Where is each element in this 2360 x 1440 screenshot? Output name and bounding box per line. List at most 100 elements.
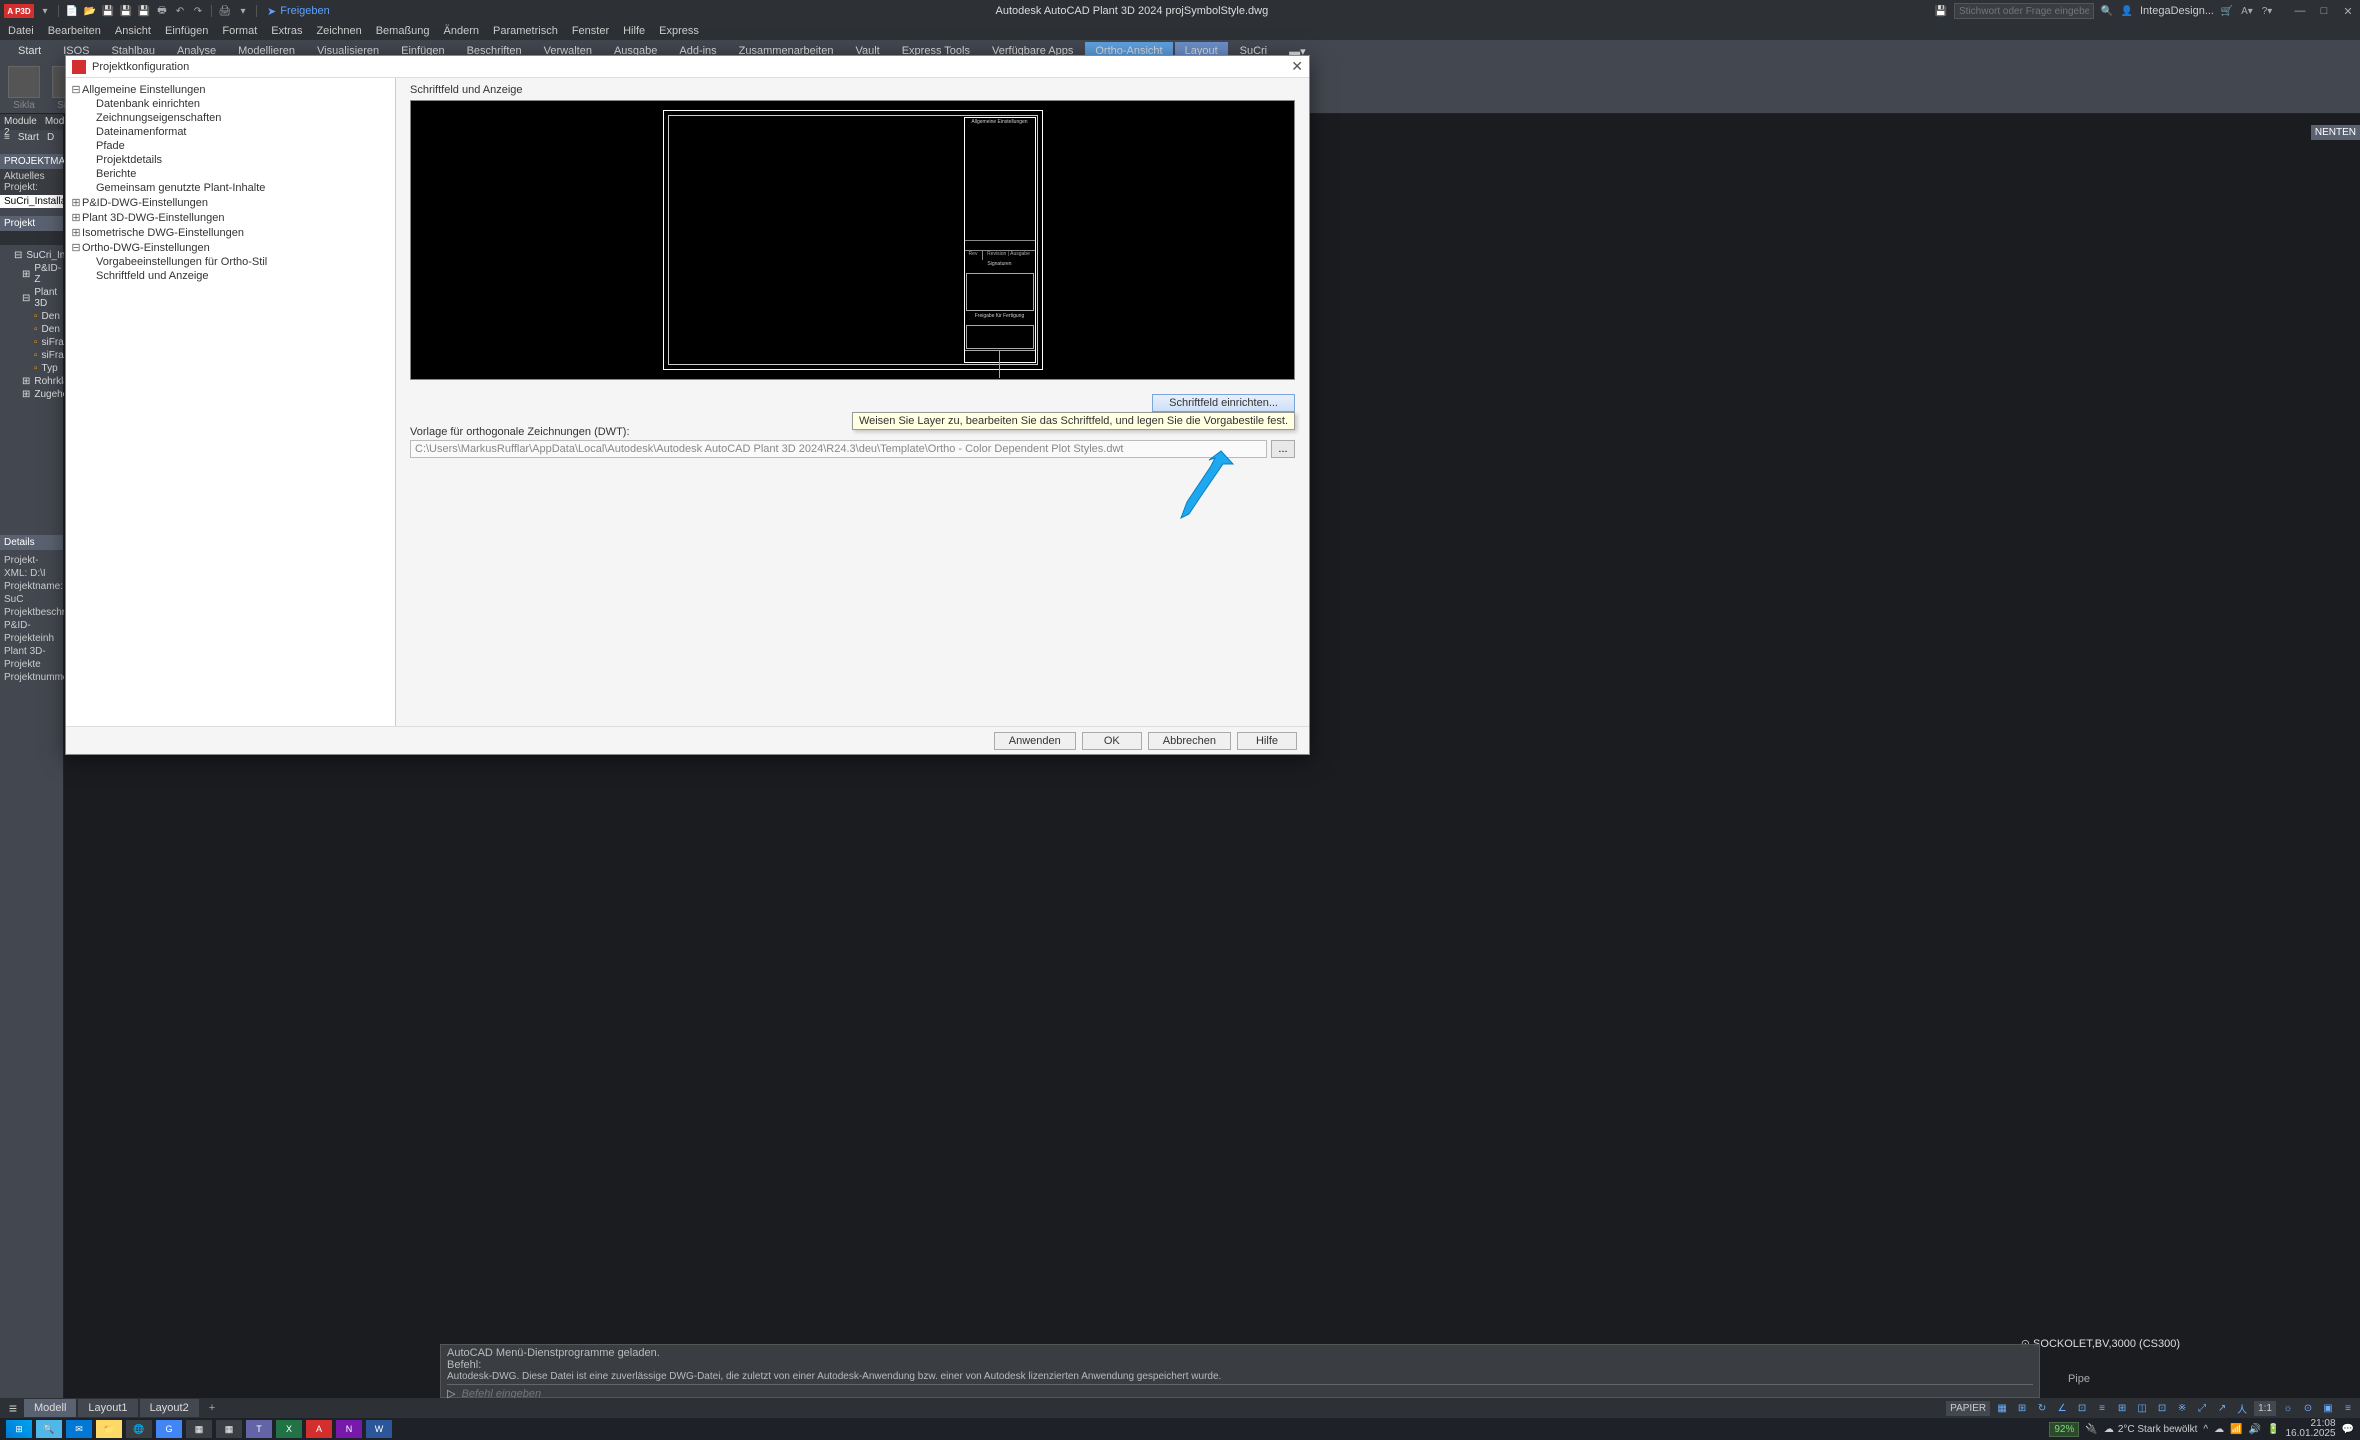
user-name[interactable]: IntegaDesign... [2140,5,2214,17]
setup-titleblock-button[interactable]: Schriftfeld einrichten... [1152,394,1295,412]
layout2-tab[interactable]: Layout2 [140,1399,199,1417]
dtree-item[interactable]: Datenbank einrichten [70,97,391,111]
dtree-item[interactable]: Zeichnungseigenschaften [70,111,391,125]
redo-icon[interactable]: ↷ [191,4,205,18]
taskbar-autocad[interactable]: A [306,1420,332,1438]
tree-item[interactable]: ⊞Zugehö [2,388,61,401]
app-icon[interactable]: A P3D [4,4,34,18]
menu-fenster[interactable]: Fenster [572,25,609,37]
dtree-item[interactable]: Projektdetails [70,153,391,167]
module-tab-1[interactable]: Module 2 [0,114,41,130]
battery-status[interactable]: 92% [2049,1422,2079,1437]
taskbar-chrome[interactable]: 🌐 [126,1420,152,1438]
help-icon[interactable]: ?▾ [2260,4,2274,18]
model-tab[interactable]: Modell [24,1399,76,1417]
more-icon[interactable]: ▾ [236,4,250,18]
share-button[interactable]: ➤Freigeben [267,5,330,18]
status-icon[interactable]: ◫ [2134,1400,2150,1416]
tray-icon[interactable]: ^ [2203,1424,2208,1435]
menu-bemassung[interactable]: Bemaßung [376,25,430,37]
ribbon-button-1[interactable] [8,66,40,98]
dtree-item[interactable]: Gemeinsam genutzte Plant-Inhalte [70,181,391,195]
dtree-item[interactable]: ⊞Plant 3D-DWG-Einstellungen [70,210,391,225]
save-cloud-icon[interactable]: 💾 [1934,4,1948,18]
dtree-item[interactable]: Dateinamenformat [70,125,391,139]
d-tab[interactable]: D [43,130,58,146]
power-icon[interactable]: 🔋 [2267,1424,2279,1435]
minimize-button[interactable]: — [2292,5,2308,18]
print-icon[interactable]: 🖨 [218,4,232,18]
taskbar-search[interactable]: 🔍 [36,1420,62,1438]
status-icon[interactable]: ∠ [2054,1400,2070,1416]
menu-zeichnen[interactable]: Zeichnen [316,25,361,37]
status-icon[interactable]: ↻ [2034,1400,2050,1416]
save-icon[interactable]: 💾 [101,4,115,18]
menu-bearbeiten[interactable]: Bearbeiten [48,25,101,37]
menu-datei[interactable]: Datei [8,25,34,37]
taskbar-item[interactable]: ▦ [186,1420,212,1438]
pm-current-project[interactable]: SuCri_Installatio [0,195,63,208]
browse-button[interactable]: ... [1271,440,1295,458]
undo-icon[interactable]: ↶ [173,4,187,18]
dialog-titlebar[interactable]: Projektkonfiguration ✕ [66,56,1309,78]
tree-item[interactable]: ⊞P&ID-Z [2,262,61,286]
tree-item[interactable]: ▫Den [2,310,61,323]
menu-ansicht[interactable]: Ansicht [115,25,151,37]
taskbar-item[interactable]: ✉ [66,1420,92,1438]
status-paper[interactable]: PAPIER [1946,1401,1990,1416]
status-icon[interactable]: ⤢ [2194,1400,2210,1416]
tree-item[interactable]: ▫siFra [2,336,61,349]
dtree-item[interactable]: ⊟Ortho-DWG-Einstellungen [70,240,391,255]
close-button[interactable]: ✕ [2340,5,2356,18]
new-icon[interactable]: 📄 [65,4,79,18]
tree-item[interactable]: ▫Typ [2,362,61,375]
open-icon[interactable]: 📂 [83,4,97,18]
status-icon[interactable]: ※ [2174,1400,2190,1416]
plot-icon[interactable]: 🖶 [155,4,169,18]
hamburger-icon[interactable]: ≡ [0,130,14,146]
dtree-item[interactable]: Vorgabeeinstellungen für Ortho-Stil [70,255,391,269]
menu-aendern[interactable]: Ändern [444,25,479,37]
menu-hilfe[interactable]: Hilfe [623,25,645,37]
status-icon[interactable]: ⊡ [2074,1400,2090,1416]
wifi-icon[interactable]: 📶 [2230,1424,2242,1435]
taskbar-word[interactable]: W [366,1420,392,1438]
status-scale[interactable]: 1:1 [2254,1401,2276,1416]
menu-extras[interactable]: Extras [271,25,302,37]
add-layout-button[interactable]: + [201,1399,223,1417]
menu-einfuegen[interactable]: Einfügen [165,25,208,37]
dtree-item[interactable]: Pfade [70,139,391,153]
search-icon[interactable]: 🔍 [2100,4,2114,18]
layout1-tab[interactable]: Layout1 [78,1399,137,1417]
taskbar-item[interactable]: G [156,1420,182,1438]
model-menu-icon[interactable]: ≡ [4,1400,22,1416]
taskbar-teams[interactable]: T [246,1420,272,1438]
tree-item[interactable]: ⊟SuCri_Ins [2,249,61,262]
status-icon[interactable]: ▦ [1994,1400,2010,1416]
command-window[interactable]: AutoCAD Menü-Dienstprogramme geladen. Be… [440,1344,2040,1398]
sound-icon[interactable]: 🔊 [2249,1424,2261,1435]
dtree-item[interactable]: ⊞P&ID-DWG-Einstellungen [70,195,391,210]
status-icon[interactable]: ≡ [2340,1400,2356,1416]
cancel-button[interactable]: Abbrechen [1148,732,1231,750]
dtree-item[interactable]: Berichte [70,167,391,181]
tree-item[interactable]: ⊟Plant 3D [2,286,61,310]
weather-widget[interactable]: ☁ 2°C Stark bewölkt [2104,1424,2198,1435]
status-icon[interactable]: ↗ [2214,1400,2230,1416]
status-icon[interactable]: ▣ [2320,1400,2336,1416]
search-input[interactable] [1954,3,2094,19]
status-icon[interactable]: ⊞ [2114,1400,2130,1416]
dtree-item[interactable]: ⊞Isometrische DWG-Einstellungen [70,225,391,240]
start-tab[interactable]: Start [14,130,43,146]
ok-button[interactable]: OK [1082,732,1142,750]
dtree-item-selected[interactable]: Schriftfeld und Anzeige [70,269,391,283]
template-path-input[interactable] [410,440,1267,458]
menu-format[interactable]: Format [222,25,257,37]
aa-icon[interactable]: A▾ [2240,4,2254,18]
status-icon[interactable]: 人 [2234,1400,2250,1416]
cart-icon[interactable]: 🛒 [2220,4,2234,18]
tree-item[interactable]: ▫Den [2,323,61,336]
clock[interactable]: 21:08 16.01.2025 [2285,1419,2335,1439]
taskbar-explorer[interactable]: 📁 [96,1420,122,1438]
status-icon[interactable]: ☼ [2280,1400,2296,1416]
